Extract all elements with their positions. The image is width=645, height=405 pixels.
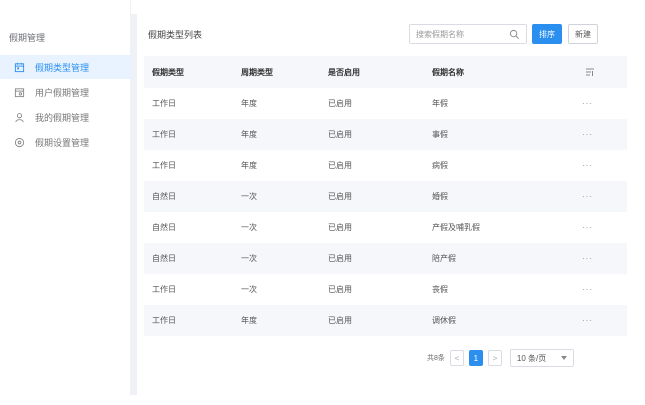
sidebar: 假期管理 假期类型管理 用户假期管理 我的假期管理 假期设置管理 [0, 0, 131, 395]
cell-period-type: 一次 [241, 223, 257, 232]
header-leave-type: 假期类型 [152, 67, 184, 77]
sidebar-item-user-leave[interactable]: 用户假期管理 [0, 80, 131, 104]
row-more-button[interactable]: ··· [582, 130, 593, 139]
leave-type-table: 假期类型 周期类型 是否启用 假期名称 工作日 年度 已启用 年假 ··· 工作… [144, 56, 627, 336]
sidebar-item-leave-types[interactable]: 假期类型管理 [0, 55, 131, 79]
row-more-button[interactable]: ··· [582, 192, 593, 201]
header-leave-name: 假期名称 [432, 67, 464, 77]
new-button[interactable]: 新建 [568, 24, 598, 44]
page-size-select[interactable]: 10 条/页 [509, 349, 574, 367]
chevron-down-icon [560, 356, 567, 360]
table-row[interactable]: 自然日 一次 已启用 产假及哺乳假 ··· [144, 212, 627, 243]
user-calendar-icon [13, 86, 25, 98]
row-more-button[interactable]: ··· [582, 223, 593, 232]
table-header-row: 假期类型 周期类型 是否启用 假期名称 [144, 56, 627, 88]
table-row[interactable]: 工作日 年度 已启用 事假 ··· [144, 119, 627, 150]
table-row[interactable]: 工作日 一次 已启用 丧假 ··· [144, 274, 627, 305]
cell-leave-type: 自然日 [152, 192, 176, 201]
cell-leave-type: 工作日 [152, 130, 176, 139]
row-more-button[interactable]: ··· [582, 99, 593, 108]
cell-enabled: 已启用 [328, 254, 352, 263]
cell-leave-type: 工作日 [152, 99, 176, 108]
search-icon[interactable] [509, 29, 520, 40]
cell-period-type: 年度 [241, 99, 257, 108]
table-row[interactable]: 工作日 年度 已启用 病假 ··· [144, 150, 627, 181]
cell-enabled: 已启用 [328, 223, 352, 232]
next-page-button[interactable]: > [487, 350, 502, 366]
sidebar-item-label: 我的假期管理 [35, 112, 90, 123]
page-1-button[interactable]: 1 [468, 350, 483, 366]
sidebar-item-leave-settings[interactable]: 假期设置管理 [0, 130, 131, 154]
sidebar-item-my-leave[interactable]: 我的假期管理 [0, 105, 131, 129]
cell-enabled: 已启用 [328, 285, 352, 294]
cell-enabled: 已启用 [328, 316, 352, 325]
pagination: 共8条 < 1 > 10 条/页 [427, 349, 574, 367]
cell-leave-name: 调休假 [432, 316, 456, 325]
row-more-button[interactable]: ··· [582, 254, 593, 263]
cell-period-type: 年度 [241, 161, 257, 170]
leave-type-panel: 假期类型列表 排序 新建 假期类型 周期类型 是否启用 假期名称 工作日 年度 … [137, 14, 634, 395]
cell-leave-name: 病假 [432, 161, 448, 170]
pagination-total: 共8条 [427, 355, 445, 362]
header-period-type: 周期类型 [241, 67, 273, 77]
sidebar-item-label: 假期类型管理 [35, 62, 90, 73]
column-filter-icon[interactable] [585, 67, 595, 77]
panel-title: 假期类型列表 [148, 30, 203, 40]
cell-leave-type: 自然日 [152, 254, 176, 263]
cell-period-type: 年度 [241, 316, 257, 325]
search-box [409, 24, 527, 44]
cell-period-type: 一次 [241, 192, 257, 201]
cell-enabled: 已启用 [328, 99, 352, 108]
cell-enabled: 已启用 [328, 161, 352, 170]
cell-leave-name: 丧假 [432, 285, 448, 294]
sidebar-item-label: 假期设置管理 [35, 137, 90, 148]
sidebar-item-label: 用户假期管理 [35, 87, 90, 98]
cell-leave-name: 年假 [432, 99, 448, 108]
cell-leave-name: 陪产假 [432, 254, 456, 263]
cell-leave-type: 自然日 [152, 223, 176, 232]
settings-circle-icon [13, 136, 25, 148]
row-more-button[interactable]: ··· [582, 285, 593, 294]
calendar-icon [13, 61, 25, 73]
cell-enabled: 已启用 [328, 192, 352, 201]
cell-enabled: 已启用 [328, 130, 352, 139]
user-icon [13, 111, 25, 123]
table-row[interactable]: 自然日 一次 已启用 陪产假 ··· [144, 243, 627, 274]
search-input[interactable] [416, 29, 508, 39]
row-more-button[interactable]: ··· [582, 316, 593, 325]
header-enabled: 是否启用 [328, 67, 360, 77]
cell-period-type: 年度 [241, 130, 257, 139]
sidebar-title: 假期管理 [9, 33, 46, 43]
cell-leave-type: 工作日 [152, 316, 176, 325]
bottom-strip [0, 395, 645, 405]
cell-leave-name: 产假及哺乳假 [432, 223, 480, 232]
prev-page-button[interactable]: < [449, 350, 464, 366]
page-size-value: 10 条/页 [516, 353, 547, 363]
cell-period-type: 一次 [241, 254, 257, 263]
cell-leave-name: 事假 [432, 130, 448, 139]
cell-period-type: 一次 [241, 285, 257, 294]
row-more-button[interactable]: ··· [582, 161, 593, 170]
sort-button[interactable]: 排序 [532, 24, 562, 44]
table-row[interactable]: 自然日 一次 已启用 婚假 ··· [144, 181, 627, 212]
table-row[interactable]: 工作日 年度 已启用 调休假 ··· [144, 305, 627, 336]
cell-leave-type: 工作日 [152, 161, 176, 170]
cell-leave-type: 工作日 [152, 285, 176, 294]
cell-leave-name: 婚假 [432, 192, 448, 201]
table-row[interactable]: 工作日 年度 已启用 年假 ··· [144, 88, 627, 119]
